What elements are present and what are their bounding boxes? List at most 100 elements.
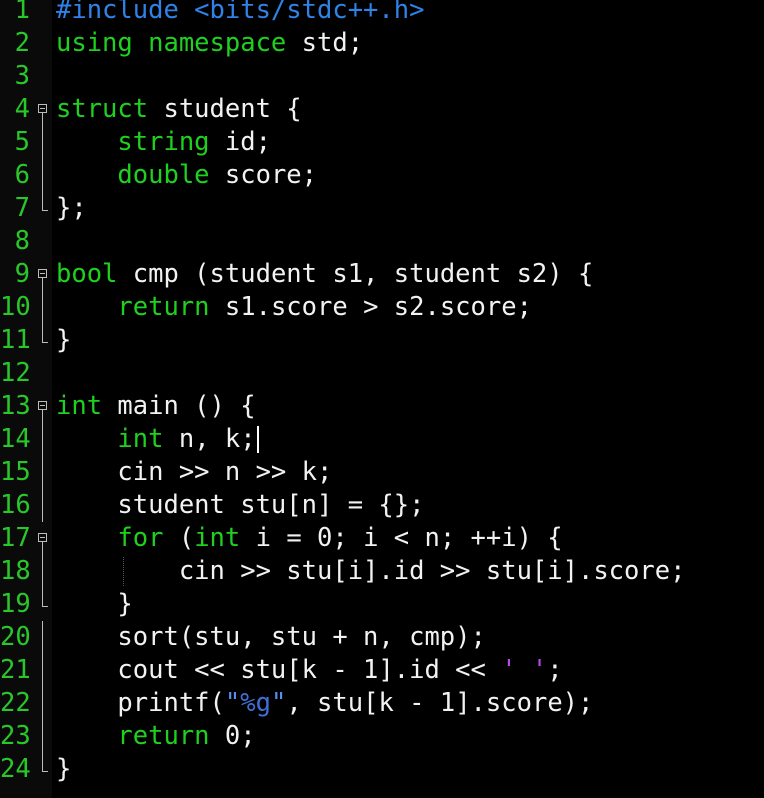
code-token: } (56, 325, 72, 355)
line-number: 22 (0, 688, 31, 718)
code-token: cout << stu[k - 1].id << (56, 655, 502, 685)
code-line[interactable]: 14 int n, k; (0, 423, 764, 456)
code-token: cmp (student s1, student s2) { (117, 259, 594, 289)
code-line[interactable]: 12 (0, 357, 764, 390)
code-line[interactable]: 5 string id; (0, 126, 764, 159)
code-token: student stu[n] = {}; (56, 490, 425, 520)
code-text[interactable]: int n, k; (56, 423, 259, 456)
code-line[interactable]: 4 struct student { (0, 93, 764, 126)
line-number: 4 (14, 94, 30, 124)
code-text[interactable]: return 0; (56, 720, 255, 753)
code-token: s1.score > s2.score; (209, 292, 532, 322)
code-token: std; (286, 28, 364, 58)
code-text[interactable]: #include <bits/stdc++.h> (56, 0, 424, 27)
code-line[interactable]: 17 for (int i = 0; i < n; ++i) { (0, 522, 764, 555)
code-line[interactable]: 7}; (0, 192, 764, 225)
code-token: student { (148, 94, 302, 124)
code-line[interactable]: 6 double score; (0, 159, 764, 192)
fold-guide-line (42, 113, 43, 126)
code-text[interactable]: for (int i = 0; i < n; ++i) { (56, 522, 562, 555)
code-line[interactable]: 8 (0, 225, 764, 258)
fold-guide-line (42, 720, 43, 753)
code-line[interactable]: 10 return s1.score > s2.score; (0, 291, 764, 324)
line-number: 10 (0, 292, 31, 322)
code-line[interactable]: 22 printf("%g", stu[k - 1].score); (0, 687, 764, 720)
indent-guide (123, 557, 124, 586)
code-line[interactable]: 1 #include <bits/stdc++.h> (0, 0, 764, 27)
code-token: cin >> stu[i].id >> stu[i].score; (56, 556, 686, 586)
code-token: } (56, 589, 133, 619)
code-line[interactable]: 2 using namespace std; (0, 27, 764, 60)
line-number: 21 (0, 655, 31, 685)
fold-guide-line (42, 654, 43, 687)
code-text[interactable]: sort(stu, stu + n, cmp); (56, 621, 485, 654)
fold-collapse-icon[interactable] (38, 269, 47, 278)
code-token: ' ' (501, 655, 548, 685)
fold-collapse-icon[interactable] (38, 533, 47, 542)
code-text[interactable]: } (56, 588, 133, 621)
code-token: }; (56, 193, 87, 223)
line-number: 23 (0, 721, 31, 751)
code-token: n, k; (163, 424, 256, 454)
fold-guide-line (42, 324, 43, 342)
code-line[interactable]: 19 } (0, 588, 764, 621)
line-number: 12 (0, 358, 31, 388)
fold-collapse-icon[interactable] (38, 104, 47, 113)
code-text[interactable]: } (56, 324, 71, 357)
code-text[interactable]: struct student { (56, 93, 302, 126)
code-line[interactable]: 15 cin >> n >> k; (0, 456, 764, 489)
code-token: struct (56, 94, 149, 124)
code-token: , stu[k - 1].score); (286, 688, 594, 718)
code-line[interactable]: 20 sort(stu, stu + n, cmp); (0, 621, 764, 654)
line-number: 7 (14, 193, 30, 223)
fold-collapse-icon[interactable] (38, 401, 47, 410)
code-text[interactable]: int main () { (56, 390, 256, 423)
code-token: main () { (102, 391, 256, 421)
code-text[interactable]: using namespace std; (56, 27, 363, 60)
fold-end-marker (42, 210, 48, 211)
code-text[interactable]: student stu[n] = {}; (56, 489, 424, 522)
code-token: return (117, 292, 210, 322)
code-text[interactable]: bool cmp (student s1, student s2) { (56, 258, 593, 291)
code-line[interactable]: 21 cout << stu[k - 1].id << ' '; (0, 654, 764, 687)
line-number: 18 (0, 556, 31, 586)
code-line[interactable]: 13 int main () { (0, 390, 764, 423)
code-editor[interactable]: 1 #include <bits/stdc++.h> 2 using namespac… (0, 0, 764, 798)
code-token: double (117, 160, 210, 190)
code-text[interactable]: cin >> stu[i].id >> stu[i].score; (56, 555, 686, 588)
line-number: 9 (14, 259, 30, 289)
fold-guide-line (42, 410, 43, 423)
code-line[interactable]: 23 return 0; (0, 720, 764, 753)
code-text[interactable]: cin >> n >> k; (56, 456, 332, 489)
code-line[interactable]: 18 cin >> stu[i].id >> stu[i].score; (0, 555, 764, 588)
code-text[interactable]: } (56, 753, 71, 786)
code-text[interactable]: double score; (56, 159, 317, 192)
fold-guide-line (42, 456, 43, 489)
code-token: return (117, 721, 210, 751)
fold-guide-line (42, 159, 43, 192)
fold-guide-line (42, 278, 43, 291)
code-text[interactable]: string id; (56, 126, 271, 159)
fold-guide-line (42, 291, 43, 324)
code-token: string (117, 127, 210, 157)
code-line[interactable]: 3 (0, 60, 764, 93)
line-number: 3 (14, 61, 30, 91)
code-text[interactable]: }; (56, 192, 87, 225)
code-token: id; (209, 127, 271, 157)
fold-guide-line (42, 489, 43, 522)
code-text[interactable]: return s1.score > s2.score; (56, 291, 532, 324)
code-line[interactable]: 9 bool cmp (student s1, student s2) { (0, 258, 764, 291)
code-token: using namespace (56, 28, 287, 58)
code-text[interactable]: cout << stu[k - 1].id << ' '; (56, 654, 562, 687)
code-line[interactable]: 11} (0, 324, 764, 357)
line-number: 14 (0, 424, 31, 454)
fold-guide-line (42, 126, 43, 159)
code-line[interactable]: 24} (0, 753, 764, 786)
code-text[interactable]: printf("%g", stu[k - 1].score); (56, 687, 593, 720)
code-line[interactable]: 16 student stu[n] = {}; (0, 489, 764, 522)
code-token: #include <bits/stdc++.h> (56, 0, 425, 25)
code-token: " (270, 688, 287, 718)
